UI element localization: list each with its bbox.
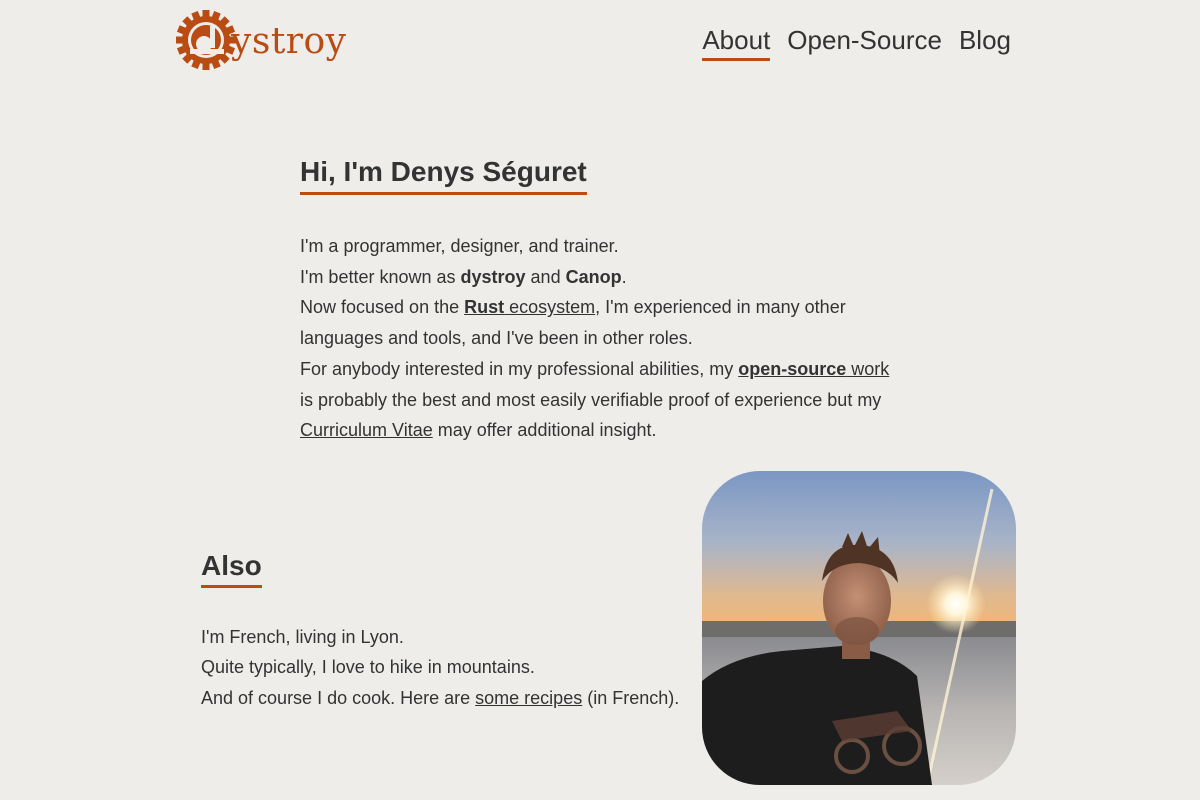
intro-section: Hi, I'm Denys Séguret I'm a programmer, … <box>300 154 900 446</box>
gear-logo-icon <box>176 10 236 70</box>
intro-line-4-post: is probably the best and most easily ver… <box>300 389 882 410</box>
nav-open-source[interactable]: Open-Source <box>787 24 942 61</box>
intro-line-2-post: . <box>621 266 627 287</box>
portrait-image <box>702 471 1016 785</box>
rust-link-bold: Rust <box>464 297 505 318</box>
also-line-3-post: (in French). <box>582 687 680 708</box>
intro-line-4: For anybody interested in my professiona… <box>300 354 900 446</box>
nav-about[interactable]: About <box>702 24 771 61</box>
intro-line-2-pre: I'm better known as <box>300 266 461 287</box>
profile-photo <box>702 471 1016 785</box>
intro-line-4-pre: For anybody interested in my professiona… <box>300 358 739 379</box>
page: ystroy About Open-Source Blog Hi, I'm De… <box>0 0 1200 800</box>
dystroy-name: dystroy <box>460 266 526 287</box>
also-line-3-pre: And of course I do cook. Here are <box>201 687 476 708</box>
open-source-link-bold: open-source <box>738 358 847 379</box>
canop-name: Canop <box>565 266 622 287</box>
also-line-2: Quite typically, I love to hike in mount… <box>201 657 535 678</box>
also-heading: Also <box>201 548 262 588</box>
logo-text: ystroy <box>231 21 347 62</box>
intro-line-3-pre: Now focused on the <box>300 297 465 318</box>
intro-line-2-mid: and <box>525 266 566 287</box>
open-source-work-link[interactable]: open-source work <box>738 359 889 379</box>
open-source-link-rest: work <box>846 358 890 379</box>
main-nav: About Open-Source Blog <box>702 24 1011 61</box>
rust-ecosystem-link[interactable]: Rust ecosystem <box>464 297 595 317</box>
site-logo[interactable]: ystroy <box>175 8 347 72</box>
curriculum-vitae-link[interactable]: Curriculum Vitae <box>300 420 433 440</box>
also-text: I'm French, living in Lyon. Quite typica… <box>201 622 701 713</box>
rust-link-rest: ecosystem <box>504 297 596 318</box>
also-section: Also I'm French, living in Lyon. Quite t… <box>201 548 701 713</box>
nav-blog[interactable]: Blog <box>959 24 1011 61</box>
also-line-1: I'm French, living in Lyon. <box>201 627 404 647</box>
intro-line-2: I'm better known as dystroy and Canop. <box>300 262 900 293</box>
page-title: Hi, I'm Denys Séguret <box>300 154 587 195</box>
recipes-link[interactable]: some recipes <box>475 688 582 708</box>
also-line-3: And of course I do cook. Here are some r… <box>201 683 701 713</box>
intro-line-3: Now focused on the Rust ecosystem, I'm e… <box>300 292 900 353</box>
intro-line-4-end: may offer additional insight. <box>432 420 657 441</box>
intro-text: I'm a programmer, designer, and trainer.… <box>300 231 900 446</box>
intro-line-1: I'm a programmer, designer, and trainer. <box>300 236 619 256</box>
